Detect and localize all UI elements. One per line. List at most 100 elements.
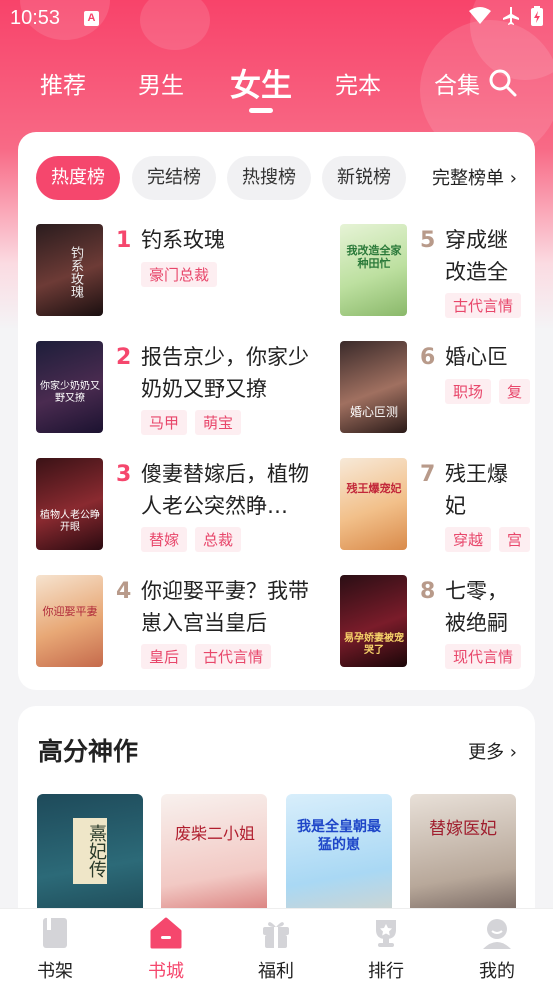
book-cover: 你迎娶平妻 — [36, 575, 103, 667]
section-title: 高分神作 — [38, 737, 139, 766]
cover-text: 你家少奶奶又野又撩 — [40, 381, 100, 404]
chip-finished[interactable]: 完结榜 — [132, 156, 216, 200]
nav-bookshelf[interactable]: 书架 — [25, 917, 85, 983]
cover-text: 植物人老公睁开眼 — [40, 510, 100, 533]
book-title: 七零，被绝嗣 — [445, 579, 508, 635]
airplane-icon — [503, 7, 519, 25]
rank-number: 7 — [420, 462, 436, 487]
rank-item[interactable]: 钓系玫瑰 1 钓系玫瑰 豪门总裁 — [36, 224, 336, 320]
rank-item[interactable]: 你家少奶奶又野又撩 2 报告京少，你家少奶奶又野又撩 马甲 萌宝 — [36, 341, 336, 437]
chip-hot-search[interactable]: 热搜榜 — [227, 156, 311, 200]
chevron-right-icon: › — [504, 168, 517, 189]
cover-text: 钓系玫瑰 — [68, 246, 83, 298]
top-nav: 推荐 男生 女生 完本 合集 — [0, 58, 553, 118]
tab-recommend[interactable]: 推荐 — [40, 66, 86, 100]
rank-number: 4 — [116, 579, 132, 604]
rank-number: 3 — [116, 462, 132, 487]
nav-label: 我的 — [479, 961, 515, 982]
book-cover: 我改造全家种田忙 — [340, 224, 407, 316]
cover-text: 我改造全家种田忙 — [346, 244, 402, 270]
tag: 职场 — [445, 379, 492, 404]
tag: 豪门总裁 — [141, 262, 218, 287]
rank-number: 6 — [420, 345, 436, 370]
chip-hot[interactable]: 热度榜 — [36, 156, 120, 200]
rank-item[interactable]: 残王爆宠妃 7 残王爆妃 穿越 宫 — [340, 458, 535, 554]
tag: 替嫁 — [141, 527, 188, 552]
tab-male[interactable]: 男生 — [138, 66, 184, 100]
book-cover: 你家少奶奶又野又撩 — [36, 341, 103, 433]
book-title: 婚心叵 — [445, 345, 508, 369]
book-title: 穿成继改造全 — [445, 228, 508, 284]
trophy-icon — [376, 920, 396, 947]
book-icon — [43, 918, 67, 948]
full-list-label: 完整榜单 — [432, 168, 504, 189]
rank-item[interactable]: 我改造全家种田忙 5 穿成继改造全 古代言情 — [340, 224, 535, 320]
cover-text: 婚心叵测 — [349, 405, 398, 419]
cover-text: 你迎娶平妻 — [42, 605, 98, 618]
nav-label: 书架 — [37, 961, 73, 982]
book-title: 钓系玫瑰 — [141, 228, 225, 252]
chip-new[interactable]: 新锐榜 — [322, 156, 406, 200]
nav-label: 福利 — [258, 961, 294, 982]
more-link[interactable]: 更多 › — [468, 738, 517, 764]
user-icon — [483, 919, 511, 949]
rank-number: 8 — [420, 579, 436, 604]
rank-number: 5 — [420, 228, 436, 253]
tag: 总裁 — [195, 527, 242, 552]
home-icon — [150, 917, 182, 949]
tag-list: 豪门总裁 — [141, 262, 218, 287]
tag: 穿越 — [445, 527, 492, 552]
nav-bookstore[interactable]: 书城 — [136, 917, 196, 983]
rank-item[interactable]: 婚心叵测 6 婚心叵 职场 复 — [340, 341, 535, 437]
tag-list: 现代言情 — [445, 644, 522, 669]
rank-number: 1 — [116, 228, 132, 253]
nav-ranking[interactable]: 排行 — [356, 917, 416, 983]
tag-list: 古代言情 — [445, 293, 522, 318]
book-cover: 植物人老公睁开眼 — [36, 458, 103, 550]
book-title: 你迎娶平妻？我带崽入宫当皇后 — [141, 579, 309, 635]
cover-text: 熹妃传 — [73, 818, 107, 884]
tag: 古代言情 — [195, 644, 272, 669]
nav-label: 书城 — [148, 961, 184, 982]
tag: 萌宝 — [195, 410, 242, 435]
status-icons — [469, 6, 543, 26]
tag-list: 皇后 古代言情 — [141, 644, 272, 669]
search-icon[interactable] — [488, 68, 518, 98]
rank-item[interactable]: 你迎娶平妻 4 你迎娶平妻？我带崽入宫当皇后 皇后 古代言情 — [36, 575, 336, 671]
bottom-nav: 书架 书城 福利 排行 我的 — [0, 908, 553, 983]
chevron-right-icon: › — [504, 742, 517, 763]
tab-collection[interactable]: 合集 — [434, 66, 480, 100]
tag: 宫 — [499, 527, 531, 552]
book-title: 报告京少，你家少奶奶又野又撩 — [141, 345, 309, 401]
cover-text: 我是全皇朝最猛的崽 — [297, 819, 381, 853]
book-cover: 残王爆宠妃 — [340, 458, 407, 550]
notification-icon: A — [84, 11, 99, 26]
tab-completed[interactable]: 完本 — [335, 66, 381, 100]
ranking-card: 热度榜 完结榜 热搜榜 新锐榜 完整榜单 › 钓系玫瑰 1 钓系玫瑰 豪门总裁 … — [18, 132, 535, 690]
tag: 皇后 — [141, 644, 188, 669]
nav-welfare[interactable]: 福利 — [246, 917, 306, 983]
status-bar: 10:53 A — [0, 0, 553, 38]
gift-icon — [263, 922, 289, 948]
rank-item[interactable]: 易孕娇妻被宠哭了 8 七零，被绝嗣 现代言情 — [340, 575, 535, 671]
rank-number: 2 — [116, 345, 132, 370]
tag-list: 穿越 宫 — [445, 527, 531, 552]
nav-label: 排行 — [368, 961, 404, 982]
tab-female[interactable]: 女生 — [230, 60, 292, 105]
book-title: 残王爆妃 — [445, 462, 508, 518]
tag: 古代言情 — [445, 293, 522, 318]
book-cover: 易孕娇妻被宠哭了 — [340, 575, 407, 667]
tag-list: 职场 复 — [445, 379, 531, 404]
book-cover: 婚心叵测 — [340, 341, 407, 433]
active-tab-indicator — [249, 108, 273, 113]
tag-list: 替嫁 总裁 — [141, 527, 242, 552]
full-list-link[interactable]: 完整榜单 › — [432, 164, 517, 190]
cover-text: 废柴二小姐 — [175, 824, 256, 843]
wifi-icon — [469, 7, 491, 24]
tag: 马甲 — [141, 410, 188, 435]
nav-profile[interactable]: 我的 — [467, 917, 527, 983]
cover-text: 替嫁医妃 — [429, 819, 497, 839]
rank-item[interactable]: 植物人老公睁开眼 3 傻妻替嫁后，植物人老公突然睁… 替嫁 总裁 — [36, 458, 336, 554]
cover-text: 易孕娇妻被宠哭了 — [344, 633, 404, 656]
cover-text: 残王爆宠妃 — [346, 482, 402, 495]
